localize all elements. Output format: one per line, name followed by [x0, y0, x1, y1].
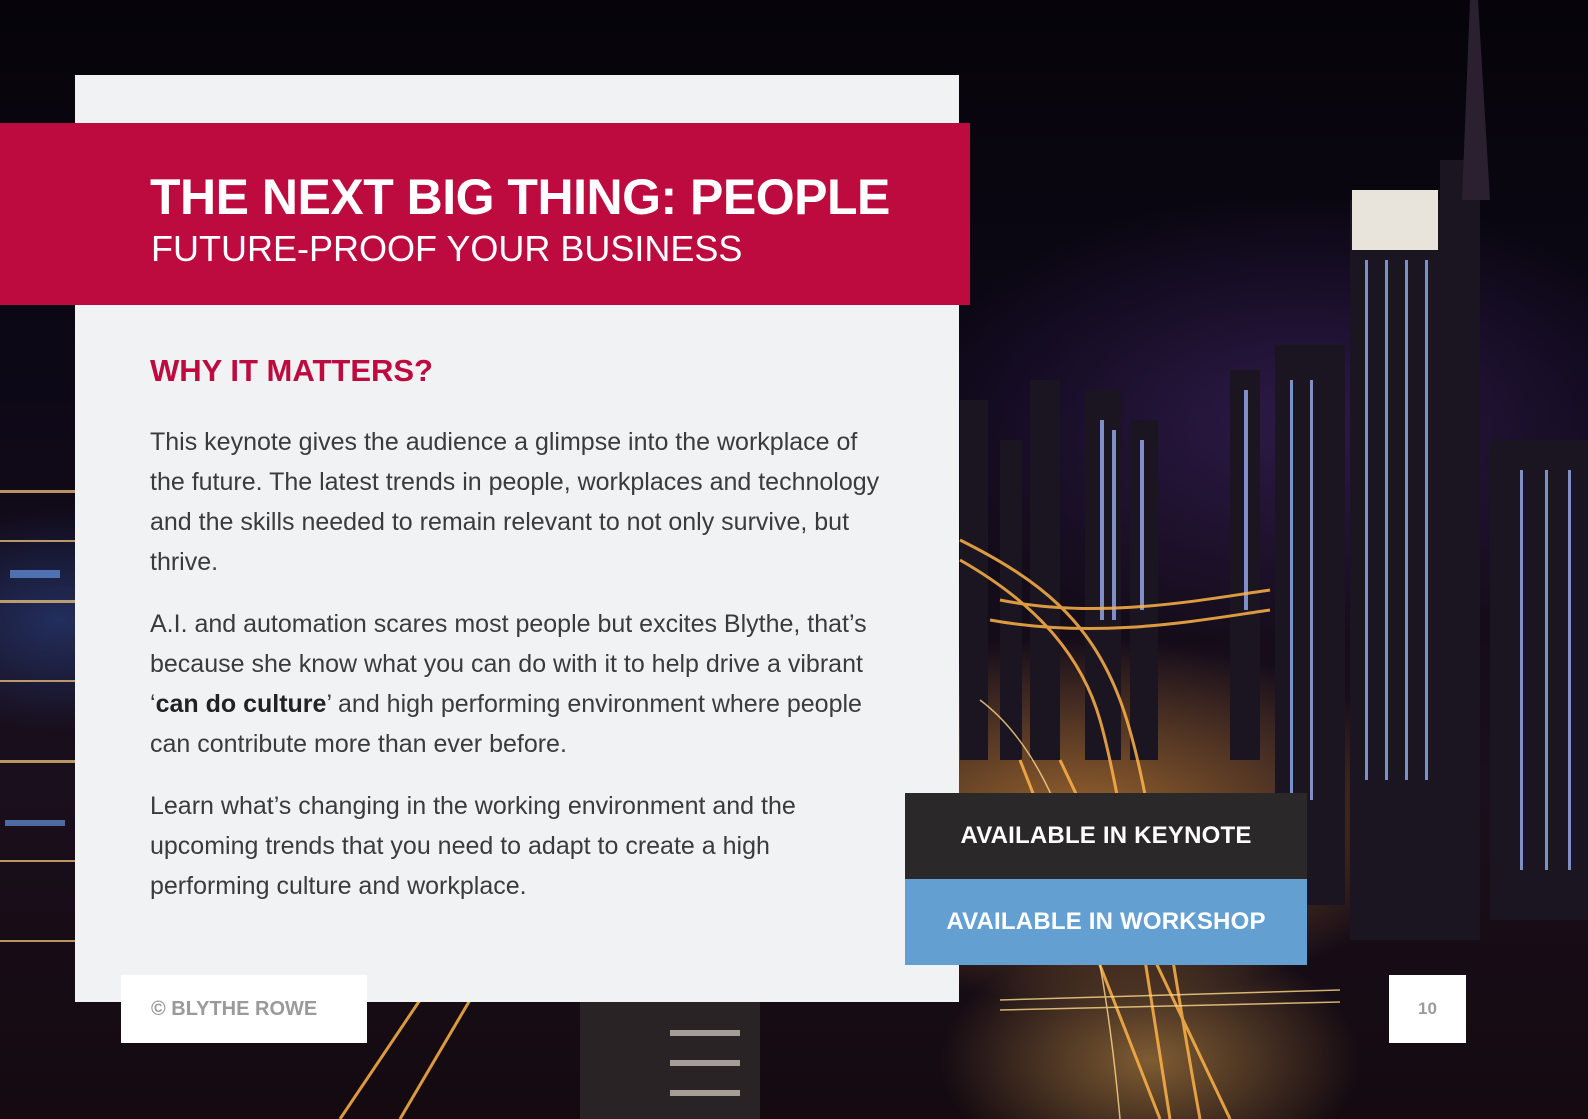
section-heading: WHY IT MATTERS? — [150, 353, 433, 388]
copyright-label: © BLYTHE ROWE — [121, 975, 367, 1043]
page-subtitle: FUTURE-PROOF YOUR BUSINESS — [151, 228, 743, 269]
page-title: THE NEXT BIG THING: PEOPLE — [150, 169, 890, 225]
paragraph-3: Learn what’s changing in the working env… — [150, 792, 796, 900]
body-text: This keynote gives the audience a glimps… — [150, 422, 895, 928]
available-workshop-badge: AVAILABLE IN WORKSHOP — [905, 879, 1307, 965]
paragraph-2: A.I. and automation scares most people b… — [150, 604, 895, 764]
page-number: 10 — [1389, 975, 1466, 1043]
paragraph-1: This keynote gives the audience a glimps… — [150, 428, 880, 576]
paragraph-2-emphasis: can do culture — [155, 690, 327, 718]
available-keynote-badge: AVAILABLE IN KEYNOTE — [905, 793, 1307, 879]
